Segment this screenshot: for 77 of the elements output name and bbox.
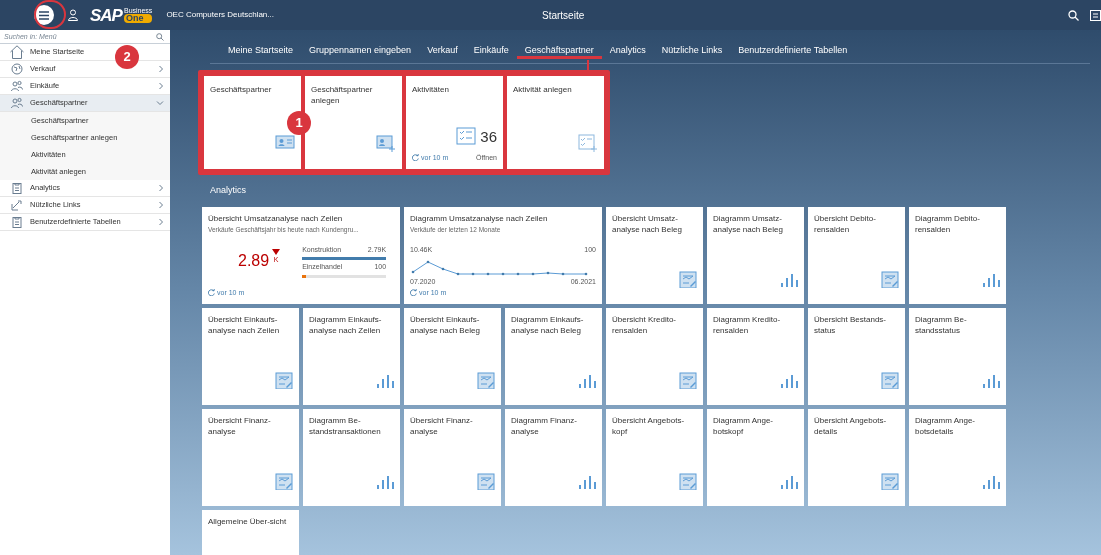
tab[interactable]: Einkäufe: [465, 44, 517, 58]
menu-button[interactable]: [34, 5, 54, 25]
people-icon: [10, 96, 24, 110]
search-icon: [156, 33, 164, 41]
user-icon: [68, 9, 78, 21]
analytics-tile[interactable]: Übersicht Einkaufs-analyse nach Zeilen: [202, 308, 299, 405]
refresh-icon: [410, 289, 417, 297]
report-icon: [881, 372, 899, 389]
home-icon: [10, 45, 24, 59]
report-icon: [275, 473, 293, 490]
menu-icon: [39, 10, 49, 20]
bar-chart-icon: [376, 372, 394, 389]
analytics-tile[interactable]: Diagramm Ange-botsdetails: [909, 409, 1006, 506]
tab[interactable]: Verkauf: [419, 44, 466, 58]
search-button[interactable]: [1068, 9, 1080, 21]
analytics-tile[interactable]: Übersicht Angebots-details: [808, 409, 905, 506]
report-icon: [477, 473, 495, 490]
report-icon: [477, 372, 495, 389]
bar-chart-icon: [780, 473, 798, 490]
tab[interactable]: Nützliche Links: [653, 44, 731, 58]
task-list-icon: [456, 127, 477, 148]
list-icon: [1090, 9, 1101, 21]
task-add-icon: [578, 133, 598, 153]
analytics-tile[interactable]: Diagramm Einkaufs-analyse nach Beleg: [505, 308, 602, 405]
analytics-tile[interactable]: Übersicht Finanz-analyse: [202, 409, 299, 506]
tab[interactable]: Benutzerdefinierte Tabellen: [730, 44, 856, 58]
analytics-tile[interactable]: Übersicht Debito-rensalden: [808, 207, 905, 304]
bar-chart-icon: [982, 473, 1000, 490]
tab[interactable]: Geschäftspartner: [516, 44, 602, 59]
analytics-tile[interactable]: Diagramm Umsatz-analyse nach Beleg: [707, 207, 804, 304]
company-name: OEC Computers Deutschlan...: [166, 9, 274, 21]
down-triangle-icon: [272, 249, 281, 256]
bar-chart-icon: [780, 372, 798, 389]
kpi-value: 2.89: [238, 251, 270, 272]
tab[interactable]: Gruppennamen eingeben: [301, 44, 420, 58]
analytics-tile[interactable]: Diagramm Finanz-analyse: [505, 409, 602, 506]
contact-add-icon: [376, 133, 396, 153]
app-tile[interactable]: Aktivität anlegen: [507, 76, 604, 169]
analytics-tile[interactable]: Diagramm Einkaufs-analyse nach Zeilen: [303, 308, 400, 405]
clipboard-icon: [10, 215, 24, 229]
bar-chart-icon: [982, 271, 1000, 288]
report-icon: [881, 271, 899, 288]
analytics-tile[interactable]: Übersicht Finanz-analyse: [404, 409, 501, 506]
bar-chart-icon: [376, 473, 394, 490]
analytics-tile[interactable]: Diagramm Kredito-rensalden: [707, 308, 804, 405]
analytics-tile[interactable]: Übersicht Bestands-status: [808, 308, 905, 405]
report-icon: [881, 473, 899, 490]
report-icon: [275, 372, 293, 389]
report-icon: [679, 473, 697, 490]
search-icon: [1068, 9, 1079, 21]
notifications-button[interactable]: [1090, 9, 1101, 21]
user-button[interactable]: [66, 7, 80, 23]
analytics-tile[interactable]: Übersicht Angebots-kopf: [606, 409, 703, 506]
analytics-tile[interactable]: Allgemeine Über-sicht: [202, 510, 299, 555]
analytics-tile[interactable]: Übersicht Einkaufs-analyse nach Beleg: [404, 308, 501, 405]
analytics-tile[interactable]: Übersicht Kredito-rensalden: [606, 308, 703, 405]
tab[interactable]: Analytics: [601, 44, 654, 58]
bar-chart-icon: [578, 473, 596, 490]
tab[interactable]: Meine Startseite: [220, 44, 302, 58]
bar-chart-icon: [982, 372, 1000, 389]
bar-chart-icon: [578, 372, 596, 389]
refresh-icon: [412, 154, 419, 162]
clipboard-icon: [10, 181, 24, 195]
analytics-tile[interactable]: Übersicht Umsatz-analyse nach Beleg: [606, 207, 703, 304]
report-icon: [679, 271, 697, 288]
analytics-tile[interactable]: Diagramm Be-standstransaktionen: [303, 409, 400, 506]
analytics-tile[interactable]: Diagramm Debito-rensalden: [909, 207, 1006, 304]
analytics-tile[interactable]: Diagramm Be-standsstatus: [909, 308, 1006, 405]
report-icon: [679, 372, 697, 389]
page-title: Startseite: [542, 8, 585, 23]
bar-chart-icon: [780, 271, 798, 288]
section-title: Analytics: [210, 184, 246, 197]
count-value: 36: [480, 127, 497, 147]
refresh-icon: [208, 289, 215, 297]
people-icon: [10, 79, 24, 93]
analytics-tile[interactable]: Diagramm Ange-botskopf: [707, 409, 804, 506]
app-tile[interactable]: Geschäftspartner anlegen: [305, 76, 402, 169]
